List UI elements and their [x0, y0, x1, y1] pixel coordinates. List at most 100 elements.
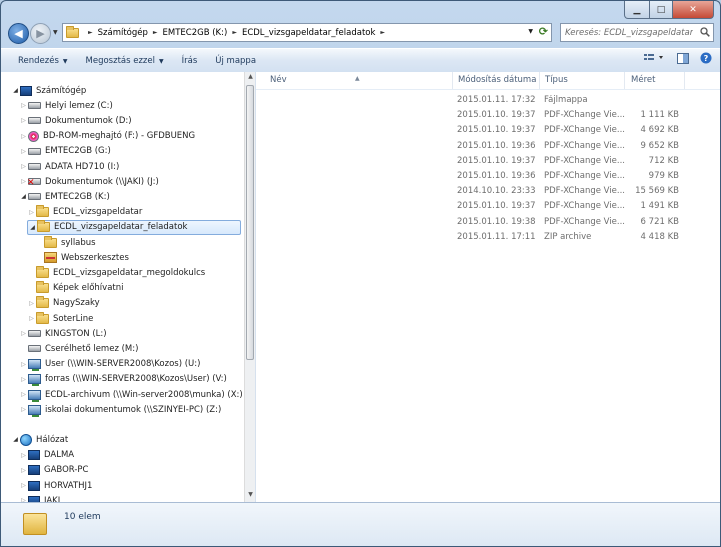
column-divider[interactable]	[539, 72, 540, 89]
minimize-button[interactable]: ▁	[624, 1, 650, 19]
file-row[interactable]: ecdl_online_alapismeretek_peldatar_2014.…	[256, 139, 720, 154]
computer-icon	[20, 85, 32, 96]
nav-tree-item[interactable]: ▷ Dokumentumok (D:)	[19, 113, 131, 128]
nav-tree-item[interactable]: ▷ KINGSTON (L:)	[19, 326, 106, 341]
nav-tree-item[interactable]: ▷ SoterLine	[27, 311, 93, 326]
burn-button[interactable]: Írás	[182, 56, 198, 66]
breadcrumb-item[interactable]: ECDL_vizsgapeldatar_feladatok	[242, 28, 375, 38]
nav-scrollbar[interactable]: ▲ ▼	[244, 72, 255, 502]
collapsed-arrow-icon[interactable]: ▷	[27, 300, 36, 307]
nav-tree-item[interactable]: ▷ ECDL_vizsgapeldatar	[27, 205, 142, 220]
collapsed-arrow-icon[interactable]: ▷	[19, 467, 28, 474]
file-row[interactable]: syllabus2015.01.11. 17:32Fájlmappa	[256, 93, 720, 108]
preview-pane-icon[interactable]	[677, 52, 689, 64]
back-button[interactable]: ◀	[8, 23, 29, 44]
column-header-date[interactable]: Módosítás dátuma	[458, 75, 536, 85]
organize-menu[interactable]: Rendezés ▼	[18, 56, 68, 66]
file-row[interactable]: Webszerkesztes2015.01.11. 17:11ZIP archi…	[256, 230, 720, 245]
nav-tree-item[interactable]: ◢ EMTEC2GB (K:)	[19, 189, 110, 204]
address-bar[interactable]: ► Számítógép ► EMTEC2GB (K:) ► ECDL_vizsgapel…	[62, 23, 552, 42]
nav-tree-item[interactable]: ▷ Helyi lemez (C:)	[19, 98, 113, 113]
column-divider[interactable]	[452, 72, 453, 89]
nav-tree-item[interactable]: ◢ Számítógép	[11, 83, 86, 98]
collapsed-arrow-icon[interactable]: ▷	[27, 315, 36, 322]
breadcrumb-item[interactable]: Számítógép	[98, 28, 148, 38]
expanded-arrow-icon[interactable]: ◢	[28, 224, 37, 231]
nav-tree-item[interactable]: ▷ User (\\WIN-SERVER2008\Kozos) (U:)	[19, 357, 200, 372]
collapsed-arrow-icon[interactable]: ▷	[19, 406, 28, 413]
collapsed-arrow-icon[interactable]: ▷	[19, 133, 28, 140]
recent-pages-dropdown[interactable]: ▼	[53, 29, 58, 36]
collapsed-arrow-icon[interactable]: ▷	[19, 163, 28, 170]
expanded-arrow-icon[interactable]: ◢	[11, 87, 20, 94]
search-box[interactable]: Keresés: ECDL_vizsgapeldatar_feladatok	[560, 23, 714, 42]
collapsed-arrow-icon[interactable]: ▷	[19, 482, 28, 489]
column-header-size[interactable]: Méret	[631, 75, 655, 85]
collapsed-arrow-icon[interactable]: ▷	[27, 209, 36, 216]
expanded-arrow-icon[interactable]: ◢	[19, 193, 28, 200]
collapsed-arrow-icon[interactable]: ▷	[19, 117, 28, 124]
nav-tree-item[interactable]: ▷ ADATA HD710 (I:)	[19, 159, 119, 174]
file-row[interactable]: ecdl_tablazatkezeles_peldatar2015.01.10.…	[256, 199, 720, 214]
collapsed-arrow-icon[interactable]: ▷	[19, 102, 28, 109]
file-row[interactable]: ecdl_szamitogepes_alapismeretek_peldat..…	[256, 169, 720, 184]
nav-tree-item[interactable]: ▷ DALMA	[19, 448, 74, 463]
nav-tree-item[interactable]: ▷ forras (\\WIN-SERVER2008\Kozos\User) (V…	[19, 372, 227, 387]
nav-tree-item[interactable]: ▷ HORVATHJ1	[19, 478, 92, 493]
scroll-down-icon[interactable]: ▼	[246, 491, 255, 501]
collapsed-arrow-icon[interactable]: ▷	[19, 376, 28, 383]
nav-tree-item[interactable]: ▷ iskolai dokumentumok (\\SZINYEI-PC) (Z:…	[19, 402, 221, 417]
column-divider[interactable]	[624, 72, 625, 89]
expanded-arrow-icon[interactable]: ◢	[11, 436, 20, 443]
collapsed-arrow-icon[interactable]: ▷	[19, 361, 28, 368]
nav-tree-item[interactable]: ▷Dokumentumok (\\JAKI) (J:)	[19, 174, 159, 189]
file-row[interactable]: ecdl_kepszerkesztes_peldatar2015.01.10. …	[256, 123, 720, 138]
breadcrumb-separator-icon[interactable]: ►	[153, 29, 158, 36]
refresh-icon[interactable]: ⟳	[539, 25, 548, 38]
view-options-icon[interactable]	[644, 53, 666, 63]
file-row[interactable]: ecdl_prezentacio_peldatar2015.01.10. 19:…	[256, 154, 720, 169]
collapsed-arrow-icon[interactable]: ▷	[19, 391, 28, 398]
forward-button[interactable]: ▶	[30, 23, 51, 44]
nav-tree-item[interactable]: Képek előhívatni	[27, 281, 124, 296]
nav-tree-item[interactable]: ◢ ECDL_vizsgapeldatar_feladatok	[27, 219, 241, 235]
help-icon[interactable]: ?	[700, 52, 712, 64]
nav-tree-item[interactable]: ▷ JAKI	[19, 493, 60, 502]
search-input[interactable]: Keresés: ECDL_vizsgapeldatar_feladatok	[565, 28, 693, 38]
nav-tree-item[interactable]: ◢ Hálózat	[11, 432, 68, 447]
nav-tree-item[interactable]: ▷ EMTEC2GB (G:)	[19, 144, 111, 159]
scroll-up-icon[interactable]: ▲	[246, 73, 255, 83]
column-divider[interactable]	[684, 72, 685, 89]
drive-icon	[28, 163, 41, 170]
nav-tree-item[interactable]: ▷ ECDL-archivum (\\Win-server2008\munka) …	[19, 387, 243, 402]
nav-tree-item[interactable]: Webszerkesztes	[35, 250, 129, 265]
new-folder-button[interactable]: Új mappa	[215, 56, 256, 66]
column-header-name[interactable]: Név	[270, 75, 287, 85]
dvd-drive-icon	[28, 130, 39, 142]
collapsed-arrow-icon[interactable]: ▷	[19, 148, 28, 155]
collapsed-arrow-icon[interactable]: ▷	[19, 452, 28, 459]
nav-tree-item[interactable]: ▷ BD-ROM-meghajtó (F:) - GFDBUENG	[19, 129, 195, 144]
file-row[interactable]: ecdl_webszerkesztes_peldatar2015.01.10. …	[256, 215, 720, 230]
collapsed-arrow-icon[interactable]: ▷	[19, 330, 28, 337]
breadcrumb-item[interactable]: EMTEC2GB (K:)	[163, 28, 228, 38]
close-button[interactable]: ✕	[673, 1, 714, 19]
nav-tree-item[interactable]: Cserélhető lemez (M:)	[19, 341, 138, 356]
breadcrumb-separator-icon[interactable]: ►	[380, 29, 385, 36]
maximize-button[interactable]: □	[650, 1, 673, 19]
file-row[interactable]: ecdl_szovegszerkesztes_peldatar2014.10.1…	[256, 184, 720, 199]
file-row[interactable]: ecdl_adatbazis-kezeles_peldatar_20140415…	[256, 108, 720, 123]
column-header-type[interactable]: Típus	[545, 75, 568, 85]
nav-tree-label: Webszerkesztes	[61, 252, 129, 263]
address-history-dropdown-icon[interactable]: ▼	[528, 28, 533, 35]
nav-tree-item[interactable]: ▷ NagySzaky	[27, 296, 100, 311]
nav-tree-item[interactable]: ECDL_vizsgapeldatar_megoldokulcs	[27, 265, 205, 280]
share-menu[interactable]: Megosztás ezzel ▼	[86, 56, 164, 66]
computer-icon	[28, 450, 40, 461]
nav-tree-item[interactable]: syllabus	[35, 235, 96, 250]
breadcrumb-separator-icon[interactable]: ►	[88, 29, 93, 36]
scrollbar-thumb[interactable]	[246, 85, 254, 360]
window-controls: ▁ □ ✕	[624, 1, 714, 19]
nav-tree-item[interactable]: ▷ GABOR-PC	[19, 463, 88, 478]
breadcrumb-separator-icon[interactable]: ►	[232, 29, 237, 36]
